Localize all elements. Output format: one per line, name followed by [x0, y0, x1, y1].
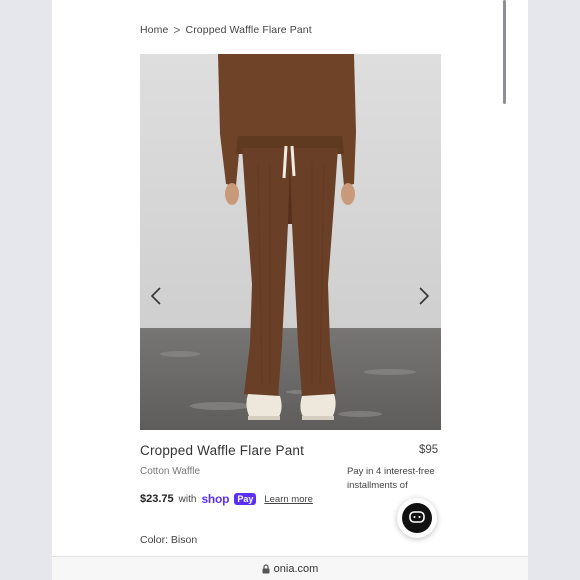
product-page: Home > Cropped Waffle Flare Pant Cropped… — [52, 0, 528, 580]
product-photo — [140, 54, 441, 430]
chevron-right-icon — [419, 287, 430, 305]
installments-text: Pay in 4 interest-free installments of — [347, 466, 435, 491]
shop-pay-logo: shop — [201, 492, 230, 506]
product-subtitle: Cotton Waffle — [140, 466, 201, 477]
installment-amount: $23.75 — [140, 493, 174, 505]
scrollbar[interactable] — [503, 0, 506, 104]
shop-pay-with: with — [178, 493, 197, 505]
browser-url-bar[interactable]: onia.com — [52, 556, 528, 580]
shop-pay-badge: Pay — [234, 493, 257, 505]
breadcrumb: Home > Cropped Waffle Flare Pant — [140, 23, 312, 37]
breadcrumb-current: Cropped Waffle Flare Pant — [185, 24, 312, 36]
learn-more-link[interactable]: Learn more — [264, 494, 313, 505]
chat-icon — [402, 503, 432, 533]
breadcrumb-home-link[interactable]: Home — [140, 24, 168, 36]
product-price: $95 — [419, 444, 439, 456]
product-title: Cropped Waffle Flare Pant — [140, 443, 305, 458]
shop-pay-row: $23.75 with shop Pay Learn more — [140, 492, 313, 506]
gallery-next-button[interactable] — [414, 284, 434, 308]
chat-button[interactable] — [397, 498, 437, 538]
product-image-gallery[interactable] — [140, 54, 441, 430]
color-selector-label: Color: Bison — [140, 534, 198, 546]
lock-icon — [262, 564, 270, 574]
breadcrumb-separator: > — [173, 23, 181, 37]
gallery-prev-button[interactable] — [146, 284, 166, 308]
chevron-left-icon — [150, 287, 161, 305]
url-text: onia.com — [273, 563, 319, 575]
